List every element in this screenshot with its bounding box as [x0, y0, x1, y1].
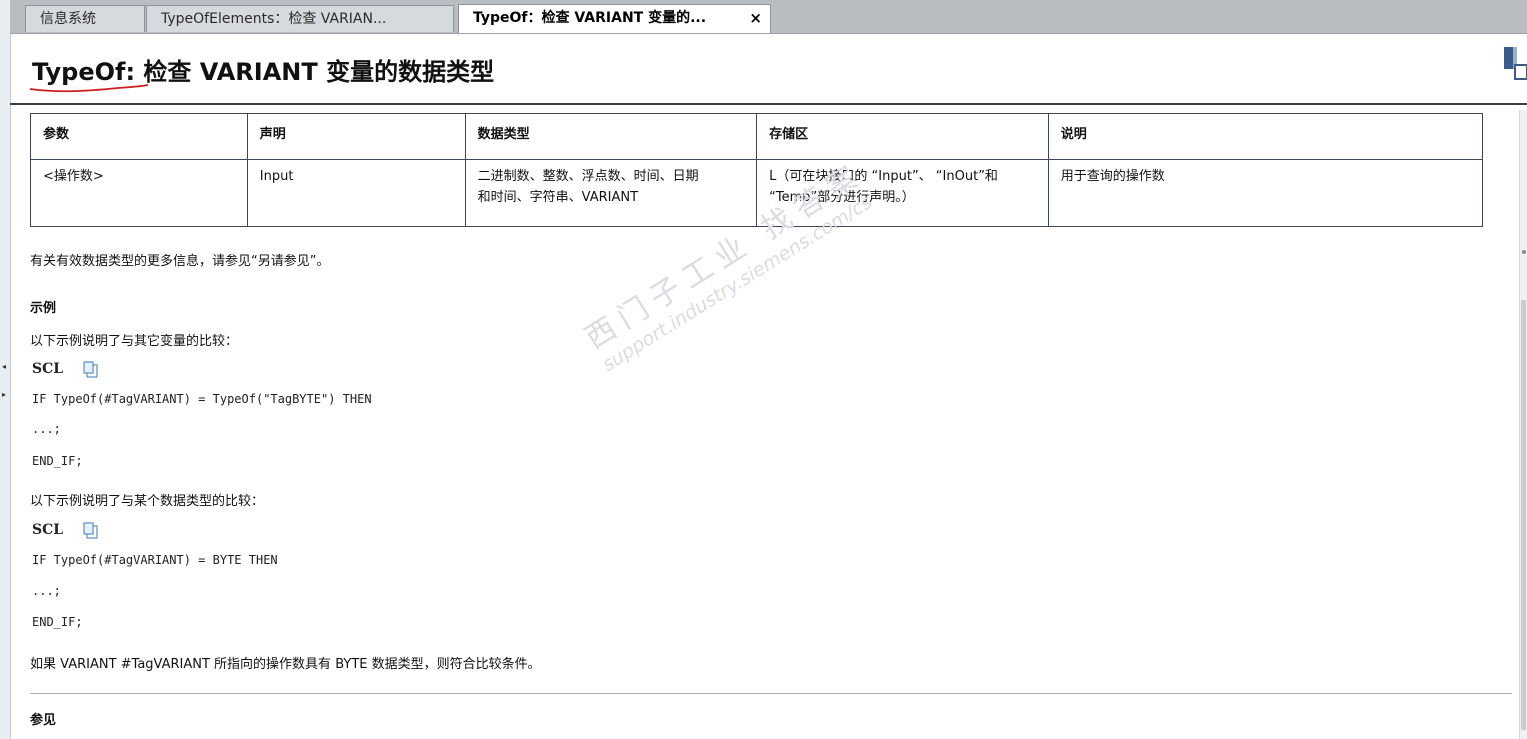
title-divider: [10, 103, 1527, 105]
memory-area-line: “Temp”部分进行声明。）: [769, 190, 915, 205]
copy-icon[interactable]: [82, 361, 100, 379]
tab-bar: 信息系统 TypeOfElements：检查 VARIAN... TypeOf：…: [10, 0, 1527, 34]
cell-data-type: 二进制数、整数、浮点数、时间、日期 和时间、字符串、VARIANT: [464, 159, 758, 227]
left-gutter: ◂ ▸: [0, 0, 11, 739]
tab-label: 信息系统: [40, 11, 96, 27]
example1-language-label: SCL: [32, 361, 64, 377]
copy-icon[interactable]: [82, 522, 100, 540]
condition-text: 如果 VARIANT #TagVARIANT 所指向的操作数具有 BYTE 数据…: [30, 657, 541, 672]
parameter-table: 参数 声明 数据类型 存储区 说明 <操作数> Input 二进制数、整数、浮点…: [30, 113, 1484, 227]
expand-right-arrow-icon[interactable]: ▸: [2, 390, 6, 399]
example1-code-line: END_IF;: [32, 454, 83, 468]
info-text: 有关有效数据类型的更多信息，请参见“另请参见”。: [30, 254, 330, 269]
tab-information-system[interactable]: 信息系统: [25, 5, 145, 32]
example2-code-line: IF TypeOf(#TagVARIANT) = BYTE THEN: [32, 553, 278, 567]
data-type-line: 二进制数、整数、浮点数、时间、日期: [477, 169, 699, 184]
example2-intro: 以下示例说明了与某个数据类型的比较：: [30, 494, 265, 509]
cell-memory-area: L（可在块接口的 “Input”、 “InOut”和 “Temp”部分进行声明。…: [756, 159, 1049, 227]
table-header-row: 参数 声明 数据类型 存储区 说明: [30, 113, 1484, 160]
example1-intro: 以下示例说明了与其它变量的比较：: [30, 334, 239, 349]
tab-label: TypeOf：检查 VARIANT 变量的...: [473, 10, 707, 26]
memory-area-line: L（可在块接口的 “Input”、 “InOut”和: [769, 169, 998, 184]
cell-parameter: <操作数>: [30, 159, 248, 227]
scrollbar-thumb[interactable]: [1521, 300, 1526, 730]
example2-code-line: END_IF;: [32, 615, 83, 629]
cell-description: 用于查询的操作数: [1047, 159, 1484, 227]
tab-typeofelements[interactable]: TypeOfElements：检查 VARIAN...: [146, 5, 454, 32]
header-memory-area: 存储区: [756, 113, 1049, 160]
tab-typeof[interactable]: TypeOf：检查 VARIANT 变量的... ×: [458, 4, 771, 33]
example1-code-line: IF TypeOf(#TagVARIANT) = TypeOf("TagBYTE…: [32, 392, 372, 406]
example2-language-label: SCL: [32, 522, 64, 538]
window-layout-icon[interactable]: [1501, 45, 1527, 81]
tab-label: TypeOfElements：检查 VARIAN...: [161, 11, 387, 27]
header-declaration: 声明: [246, 113, 466, 160]
header-description: 说明: [1047, 113, 1484, 160]
expand-left-arrow-icon[interactable]: ◂: [2, 362, 6, 371]
red-underline-annotation: [29, 84, 149, 93]
header-data-type: 数据类型: [464, 113, 758, 160]
example-heading: 示例: [30, 301, 57, 316]
scrollbar-marker: [1522, 250, 1526, 254]
example1-code-line: ...;: [32, 422, 61, 436]
see-also-heading: 参见: [30, 713, 57, 728]
section-divider: [30, 693, 1512, 694]
tab-close-icon[interactable]: ×: [749, 5, 762, 31]
example2-code-line: ...;: [32, 584, 61, 598]
cell-declaration: Input: [246, 159, 466, 227]
data-type-line: 和时间、字符串、VARIANT: [477, 190, 639, 205]
header-parameter: 参数: [30, 113, 248, 160]
table-row: <操作数> Input 二进制数、整数、浮点数、时间、日期 和时间、字符串、VA…: [30, 159, 1484, 227]
